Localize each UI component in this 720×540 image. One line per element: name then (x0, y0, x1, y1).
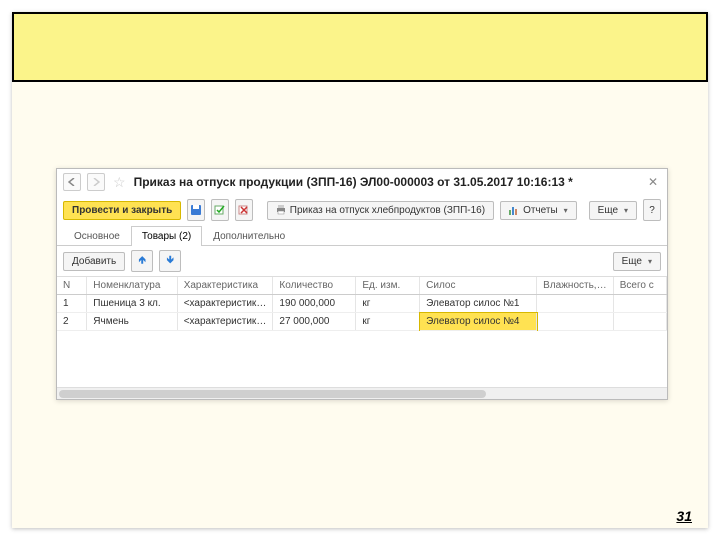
col-uom[interactable]: Ед. изм. (356, 277, 420, 295)
nav-back-button[interactable] (63, 173, 81, 191)
move-down-button[interactable]: 🡻 (159, 250, 181, 272)
printer-icon (276, 205, 286, 215)
tab-main[interactable]: Основное (63, 226, 131, 246)
chevron-down-icon: ▾ (624, 206, 628, 215)
table-more-button[interactable]: Еще ▾ (613, 252, 661, 271)
cell-n[interactable]: 2 (57, 313, 87, 331)
col-silo[interactable]: Силос (420, 277, 537, 295)
save-button[interactable] (187, 199, 205, 221)
col-total[interactable]: Всего с (613, 277, 666, 295)
cell-nomenclature[interactable]: Пшеница 3 кл. (87, 295, 177, 313)
col-characteristic[interactable]: Характеристика (177, 277, 273, 295)
grid-empty-area[interactable] (57, 331, 667, 387)
cell-humidity[interactable] (537, 295, 614, 313)
cell-humidity[interactable] (537, 313, 614, 331)
cell-n[interactable]: 1 (57, 295, 87, 313)
post-and-close-button[interactable]: Провести и закрыть (63, 201, 181, 220)
col-n[interactable]: N (57, 277, 87, 295)
close-button[interactable]: ✕ (645, 174, 661, 190)
reports-label: Отчеты (523, 205, 558, 216)
tabs: Основное Товары (2) Дополнительно (57, 225, 667, 246)
arrow-left-icon (68, 178, 76, 186)
header-row: N Номенклатура Характеристика Количество… (57, 277, 667, 295)
post-icon (214, 204, 226, 216)
cell-silo[interactable]: Элеватор силос №1 (420, 295, 537, 313)
header-band (12, 12, 708, 82)
close-icon: ✕ (648, 175, 658, 189)
reports-button[interactable]: Отчеты ▾ (500, 201, 577, 220)
chart-icon (509, 205, 519, 215)
tab-additional[interactable]: Дополнительно (202, 226, 296, 246)
table-row[interactable]: 1 Пшеница 3 кл. <характеристик н... 190 … (57, 295, 667, 313)
add-row-button[interactable]: Добавить (63, 252, 125, 271)
print-form-label: Приказ на отпуск хлебпродуктов (ЗПП-16) (290, 205, 485, 216)
page-number: 31 (676, 508, 692, 524)
cell-quantity[interactable]: 27 000,000 (273, 313, 356, 331)
document-window: ☆ Приказ на отпуск продукции (ЗПП-16) ЭЛ… (56, 168, 668, 400)
arrow-down-icon: 🡻 (167, 253, 174, 270)
tab-goods[interactable]: Товары (2) (131, 226, 202, 246)
nav-forward-button[interactable] (87, 173, 105, 191)
favorite-star-icon[interactable]: ☆ (111, 174, 128, 191)
cell-uom[interactable]: кг (356, 295, 420, 313)
cell-characteristic[interactable]: <характеристик н... (177, 295, 273, 313)
cell-total[interactable] (613, 295, 666, 313)
table-more-label: Еще (622, 256, 642, 267)
arrow-right-icon (92, 178, 100, 186)
data-grid: N Номенклатура Характеристика Количество… (57, 276, 667, 399)
move-up-button[interactable]: 🡹 (131, 250, 153, 272)
table-row[interactable]: 2 Ячмень <характеристик н... 27 000,000 … (57, 313, 667, 331)
scrollbar-thumb[interactable] (59, 390, 486, 398)
more-button[interactable]: Еще ▾ (589, 201, 637, 220)
undo-post-button[interactable] (235, 199, 253, 221)
more-label: Еще (598, 205, 618, 216)
col-humidity[interactable]: Влажность, % (537, 277, 614, 295)
col-quantity[interactable]: Количество (273, 277, 356, 295)
arrow-up-icon: 🡹 (139, 253, 146, 270)
help-button[interactable]: ? (643, 199, 661, 221)
chevron-down-icon: ▾ (648, 257, 652, 266)
chevron-down-icon: ▾ (564, 206, 568, 215)
save-icon (190, 204, 202, 216)
titlebar: ☆ Приказ на отпуск продукции (ЗПП-16) ЭЛ… (57, 169, 667, 195)
main-toolbar: Провести и закрыть Приказ на отпуск хлеб… (57, 195, 667, 225)
post-button[interactable] (211, 199, 229, 221)
col-nomenclature[interactable]: Номенклатура (87, 277, 177, 295)
undo-icon (238, 204, 250, 216)
print-form-button[interactable]: Приказ на отпуск хлебпродуктов (ЗПП-16) (267, 201, 494, 220)
cell-total[interactable] (613, 313, 666, 331)
cell-characteristic[interactable]: <характеристик н... (177, 313, 273, 331)
cell-uom[interactable]: кг (356, 313, 420, 331)
horizontal-scrollbar[interactable] (57, 387, 667, 399)
cell-quantity[interactable]: 190 000,000 (273, 295, 356, 313)
window-title: Приказ на отпуск продукции (ЗПП-16) ЭЛ00… (134, 175, 573, 189)
table-toolbar: Добавить 🡹 🡻 Еще ▾ (57, 246, 667, 276)
cell-silo[interactable]: Элеватор силос №4 (420, 313, 537, 331)
cell-nomenclature[interactable]: Ячмень (87, 313, 177, 331)
